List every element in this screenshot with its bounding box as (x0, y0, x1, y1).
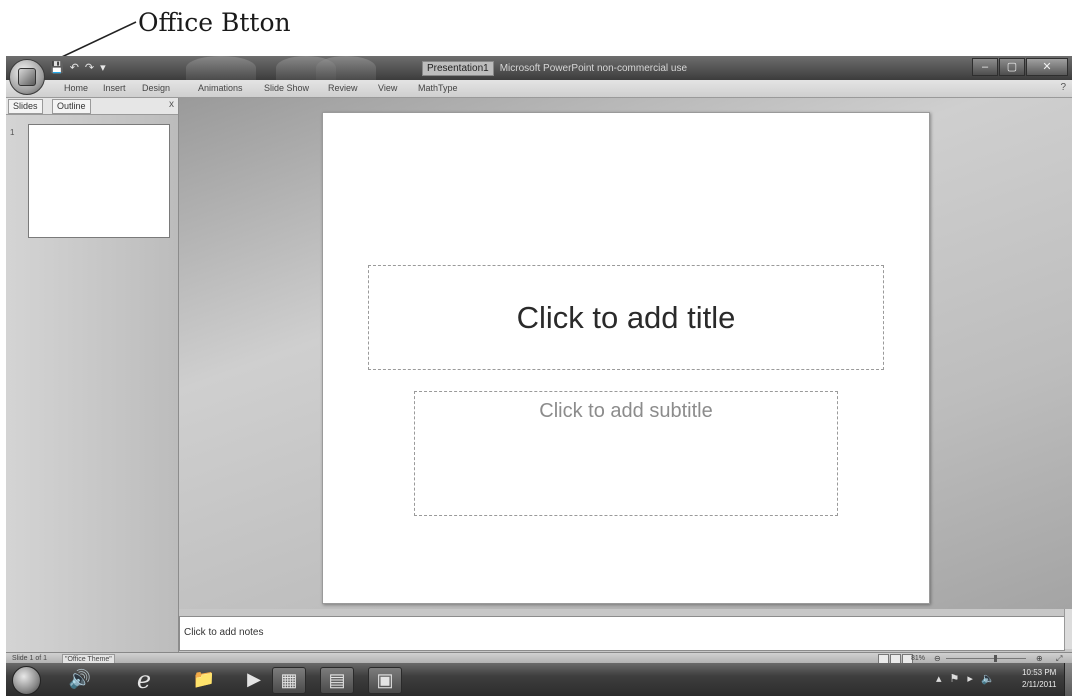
show-desktop-button[interactable] (1064, 663, 1072, 696)
tab-animations[interactable]: Animations (198, 83, 243, 93)
tab-mathtype[interactable]: MathType (418, 83, 458, 93)
window-controls: – ▢ ✕ (972, 58, 1068, 76)
clock-date: 2/11/2011 (1022, 680, 1057, 689)
tab-design[interactable]: Design (142, 83, 170, 93)
taskbar-media-player-icon[interactable]: ▶ (238, 667, 270, 692)
slide-canvas[interactable]: Click to add title Click to add subtitle (322, 112, 930, 604)
help-icon[interactable]: ? (1060, 82, 1066, 93)
system-tray: ▴ ⚑ ▸ 🔈 (936, 672, 995, 685)
taskbar-app-icon[interactable]: ▦ (272, 667, 306, 694)
window-title: Presentation1 Microsoft PowerPoint non-c… (422, 60, 687, 76)
document-name: Presentation1 (422, 60, 494, 76)
application-name: Microsoft PowerPoint non-commercial use (499, 62, 688, 74)
minimize-button[interactable]: – (972, 58, 998, 76)
office-button[interactable] (9, 59, 45, 95)
taskbar: 🔊 e 📁 ▶ ▦ ▤ ▣ ▴ ⚑ ▸ 🔈 10:53 PM 2/11/2011 (6, 663, 1072, 696)
close-button[interactable]: ✕ (1026, 58, 1068, 76)
quick-access-toolbar: 💾 ↶ ↷ ▾ (50, 60, 106, 76)
notes-placeholder-text: Click to add notes (184, 627, 264, 638)
tab-slide-show[interactable]: Slide Show (264, 83, 309, 93)
slide-thumbnail[interactable] (28, 124, 170, 238)
taskbar-app-icon[interactable]: ▤ (320, 667, 354, 694)
subtitle-placeholder-text: Click to add subtitle (539, 400, 713, 422)
volume-icon[interactable]: 🔈 (981, 672, 995, 685)
slide-number: 1 (10, 128, 15, 137)
pane-close-icon[interactable]: x (169, 99, 174, 110)
title-placeholder-text: Click to add title (516, 299, 736, 335)
title-bar-decoration (186, 56, 256, 80)
zoom-slider[interactable] (946, 658, 1026, 659)
slides-pane: Slides Outline x 1 (6, 98, 179, 678)
title-bar-decoration (316, 56, 376, 80)
tab-outline[interactable]: Outline (52, 99, 91, 114)
office-logo-icon (18, 68, 36, 86)
taskbar-powerpoint-icon[interactable]: ▣ (368, 667, 402, 694)
subtitle-placeholder[interactable]: Click to add subtitle (414, 391, 838, 516)
taskbar-explorer-icon[interactable]: 📁 (188, 667, 220, 692)
notes-scrollbar[interactable] (1064, 609, 1072, 649)
network-icon[interactable]: ▸ (967, 672, 973, 685)
slide-editing-area: Click to add title Click to add subtitle (179, 98, 1072, 609)
tab-home[interactable]: Home (64, 83, 88, 93)
taskbar-internet-explorer-icon[interactable]: e (128, 666, 160, 694)
notes-pane[interactable]: Click to add notes (179, 616, 1065, 651)
title-bar: 💾 ↶ ↷ ▾ Presentation1 Microsoft PowerPoi… (6, 56, 1072, 80)
powerpoint-window: 💾 ↶ ↷ ▾ Presentation1 Microsoft PowerPoi… (6, 56, 1072, 696)
taskbar-media-icon[interactable]: 🔊 (64, 667, 96, 692)
action-center-flag-icon[interactable]: ⚑ (950, 672, 960, 685)
restore-button[interactable]: ▢ (999, 58, 1025, 76)
ribbon-tabs: Home Insert Design Animations Slide Show… (6, 80, 1072, 98)
annotation-label: Office Btton (138, 8, 291, 37)
tab-slides[interactable]: Slides (8, 99, 43, 114)
redo-icon[interactable]: ↷ (85, 60, 94, 76)
clock-time: 10:53 PM (1022, 668, 1057, 677)
tab-insert[interactable]: Insert (103, 83, 126, 93)
clock[interactable]: 10:53 PM 2/11/2011 (1022, 667, 1056, 691)
zoom-slider-thumb[interactable] (994, 655, 997, 662)
undo-icon[interactable]: ↶ (70, 60, 79, 76)
tab-view[interactable]: View (378, 83, 397, 93)
start-button[interactable] (12, 666, 41, 695)
annotation: Office Btton (0, 0, 1074, 72)
tab-review[interactable]: Review (328, 83, 358, 93)
customize-toolbar-icon[interactable]: ▾ (100, 60, 106, 76)
title-placeholder[interactable]: Click to add title (368, 265, 884, 370)
save-icon[interactable]: 💾 (50, 60, 64, 76)
show-hidden-icons-icon[interactable]: ▴ (936, 672, 942, 685)
pane-tabs: Slides Outline x (6, 98, 178, 115)
